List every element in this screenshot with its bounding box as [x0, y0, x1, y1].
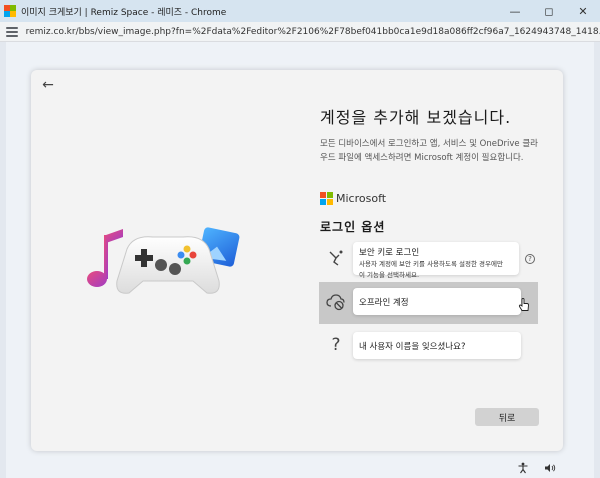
window-title: 이미지 크게보기 | Remiz Space - 레미즈 - Chrome: [21, 7, 227, 18]
accessibility-icon[interactable]: [516, 461, 530, 475]
address-bar[interactable]: remiz.co.kr/bbs/view_image.php?fn=%2Fdat…: [0, 22, 600, 42]
hand-cursor-icon: [518, 297, 530, 311]
site-info-icon[interactable]: [6, 26, 18, 38]
maximize-button[interactable]: ◻: [532, 0, 566, 22]
backdrop-edge-left: [0, 42, 6, 478]
security-key-card[interactable]: 보안 키로 로그인 사용자 계정에 보안 키를 사용하도록 설정한 경우에만 이…: [353, 242, 535, 279]
back-button[interactable]: 뒤로: [475, 408, 539, 426]
security-key-title: 보안 키로 로그인: [359, 248, 420, 258]
option-forgot-username[interactable]: ? 내 사용자 이름을 잊으셨나요?: [319, 332, 539, 362]
microsoft-brand: Microsoft: [320, 192, 386, 205]
question-icon: ?: [331, 335, 341, 355]
microsoft-brand-text: Microsoft: [336, 192, 387, 205]
forgot-username-card[interactable]: 내 사용자 이름을 잊으셨나요?: [353, 332, 521, 359]
back-arrow-icon[interactable]: ←: [39, 76, 57, 94]
browser-title-bar: 이미지 크게보기 | Remiz Space - 레미즈 - Chrome — …: [0, 0, 600, 22]
close-button[interactable]: ✕: [566, 0, 600, 22]
offline-account-title: 오프라인 계정: [359, 297, 409, 308]
media-illustration: [87, 227, 240, 294]
minimize-button[interactable]: —: [498, 0, 532, 22]
volume-icon[interactable]: [543, 461, 557, 475]
backdrop-edge-right: [594, 42, 600, 478]
chrome-app-icon: [4, 5, 16, 17]
url-text[interactable]: remiz.co.kr/bbs/view_image.php?fn=%2Fdat…: [26, 27, 600, 37]
page-heading: 계정을 추가해 보겠습니다.: [320, 108, 512, 127]
security-key-subtitle-2: 이 기능을 선택하세요.: [359, 271, 420, 279]
security-key-subtitle-1: 사용자 계정에 보안 키를 사용하도록 설정한 경우에만: [359, 260, 503, 268]
oobe-window: ← 계정을 추가해 보겠습니다. 모든 디바이스에서 로그인하고 앱, 서비스 …: [31, 70, 563, 451]
offline-account-card[interactable]: 오프라인 계정: [353, 288, 521, 315]
page-description: 모든 디바이스에서 로그인하고 앱, 서비스 및 OneDrive 클라우드 파…: [320, 139, 538, 163]
microsoft-logo-icon: [320, 192, 333, 205]
offline-account-icon: [325, 291, 347, 313]
signin-options-title: 로그인 옵션: [320, 220, 386, 234]
game-controller-icon: [116, 236, 220, 294]
option-offline-account[interactable]: 오프라인 계정: [319, 288, 539, 318]
option-security-key[interactable]: 보안 키로 로그인 사용자 계정에 보안 키를 사용하도록 설정한 경우에만 이…: [319, 242, 539, 279]
forgot-username-title: 내 사용자 이름을 잊으셨나요?: [359, 341, 466, 352]
help-icon[interactable]: ?: [525, 254, 535, 264]
security-key-icon: [325, 247, 347, 269]
